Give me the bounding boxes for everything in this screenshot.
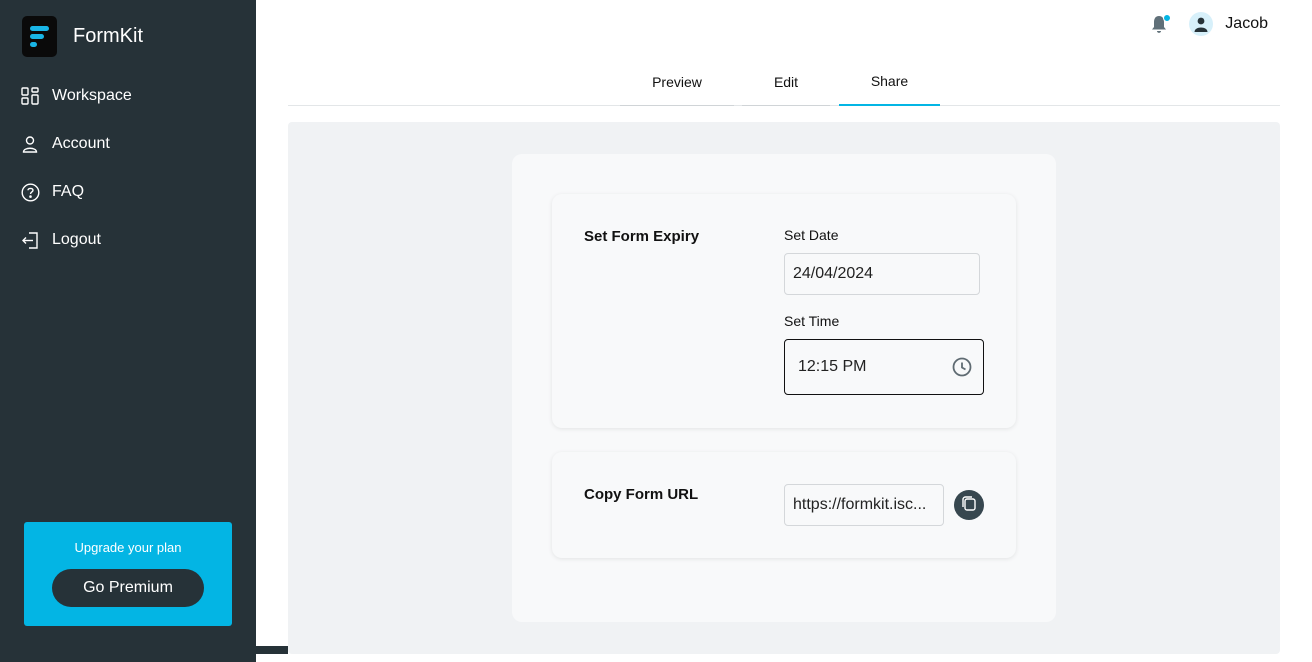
copy-icon [960, 495, 978, 516]
logout-icon [20, 230, 40, 250]
tab-share[interactable]: Share [839, 58, 940, 106]
copy-url-button[interactable] [954, 490, 984, 520]
sidebar-item-logout[interactable]: Logout [0, 216, 256, 264]
form-url-value: https://formkit.isc... [793, 496, 927, 513]
share-panel: Set Form Expiry Set Date 24/04/2024 Set … [288, 122, 1280, 654]
sidebar-item-label: FAQ [52, 183, 85, 200]
form-url-section: Copy Form URL https://formkit.isc... [552, 452, 1016, 558]
upgrade-text: Upgrade your plan [74, 540, 182, 555]
tab-edit[interactable]: Edit [742, 58, 830, 106]
scroll-strip [256, 646, 288, 654]
set-time-label: Set Time [784, 313, 840, 329]
bell-icon[interactable] [1151, 13, 1172, 35]
brand[interactable]: FormKit [22, 16, 143, 57]
form-expiry-title: Set Form Expiry [584, 228, 700, 245]
brand-name: FormKit [73, 25, 143, 47]
sidebar-item-label: Account [52, 135, 110, 152]
sidebar: FormKit Workspace Account FAQ Logout Upg… [0, 0, 256, 662]
sidebar-item-label: Workspace [52, 87, 132, 104]
form-url-field[interactable]: https://formkit.isc... [784, 484, 944, 526]
user-icon [20, 134, 40, 154]
sidebar-item-faq[interactable]: FAQ [0, 168, 256, 216]
date-value: 24/04/2024 [793, 265, 874, 282]
grid-icon [20, 86, 40, 106]
sidebar-item-account[interactable]: Account [0, 120, 256, 168]
form-expiry-section: Set Form Expiry Set Date 24/04/2024 Set … [552, 194, 1016, 428]
clock-icon[interactable] [951, 356, 973, 383]
formkit-logo-icon [22, 16, 57, 57]
form-url-title: Copy Form URL [584, 486, 699, 503]
user-avatar-icon[interactable] [1189, 12, 1214, 36]
share-card: Set Form Expiry Set Date 24/04/2024 Set … [512, 154, 1056, 622]
tab-bar: Preview Edit Share [288, 58, 1280, 106]
user-name[interactable]: Jacob [1225, 15, 1268, 33]
date-input[interactable]: 24/04/2024 [784, 253, 980, 295]
sidebar-item-workspace[interactable]: Workspace [0, 72, 256, 120]
set-date-label: Set Date [784, 227, 839, 243]
notification-dot [1163, 14, 1172, 22]
sidebar-item-label: Logout [52, 231, 101, 248]
time-input[interactable]: 12:15 PM [784, 339, 984, 395]
help-circle-icon [20, 182, 40, 202]
go-premium-button[interactable]: Go Premium [52, 569, 204, 607]
upgrade-card: Upgrade your plan Go Premium [24, 522, 232, 626]
time-value: 12:15 PM [798, 358, 867, 375]
sidebar-nav: Workspace Account FAQ Logout [0, 72, 256, 264]
tab-preview[interactable]: Preview [620, 58, 734, 106]
user-area: Jacob [1151, 12, 1268, 36]
